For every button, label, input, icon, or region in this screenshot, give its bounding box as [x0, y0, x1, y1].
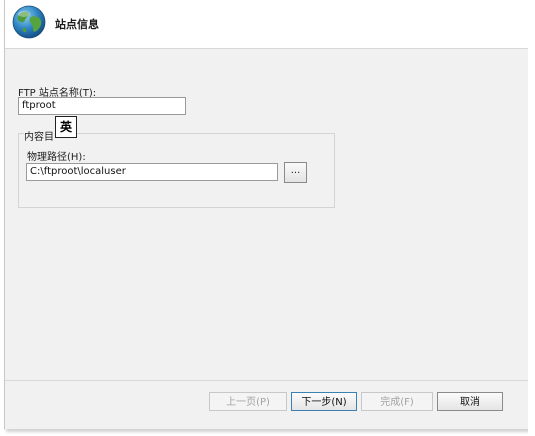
next-button[interactable]: 下一步(N) — [291, 392, 357, 411]
page-title: 站点信息 — [55, 18, 99, 31]
wizard-header: 站点信息 — [5, 0, 528, 49]
cancel-button[interactable]: 取消 — [437, 392, 503, 411]
prev-button[interactable]: 上一页(P) — [209, 392, 287, 411]
site-name-input[interactable]: ftproot — [18, 97, 186, 115]
wizard-footer: 上一页(P) 下一步(N) 完成(F) 取消 — [5, 380, 528, 429]
window-edge — [528, 0, 535, 436]
finish-button[interactable]: 完成(F) — [361, 392, 433, 411]
physical-path-label: 物理路径(H): — [27, 152, 86, 163]
physical-path-input[interactable]: C:\ftproot\localuser — [26, 163, 278, 181]
wizard-body: FTP 站点名称(T): ftproot 内容目 英 物理路径(H): C:\f… — [5, 49, 528, 380]
ime-indicator: 英 — [55, 116, 77, 138]
globe-icon — [12, 5, 46, 39]
browse-button[interactable]: ... — [284, 162, 307, 183]
wizard-dialog: 站点信息 FTP 站点名称(T): ftproot 内容目 英 物理路径(H):… — [4, 0, 529, 429]
content-directory-label: 内容目 — [24, 128, 56, 143]
